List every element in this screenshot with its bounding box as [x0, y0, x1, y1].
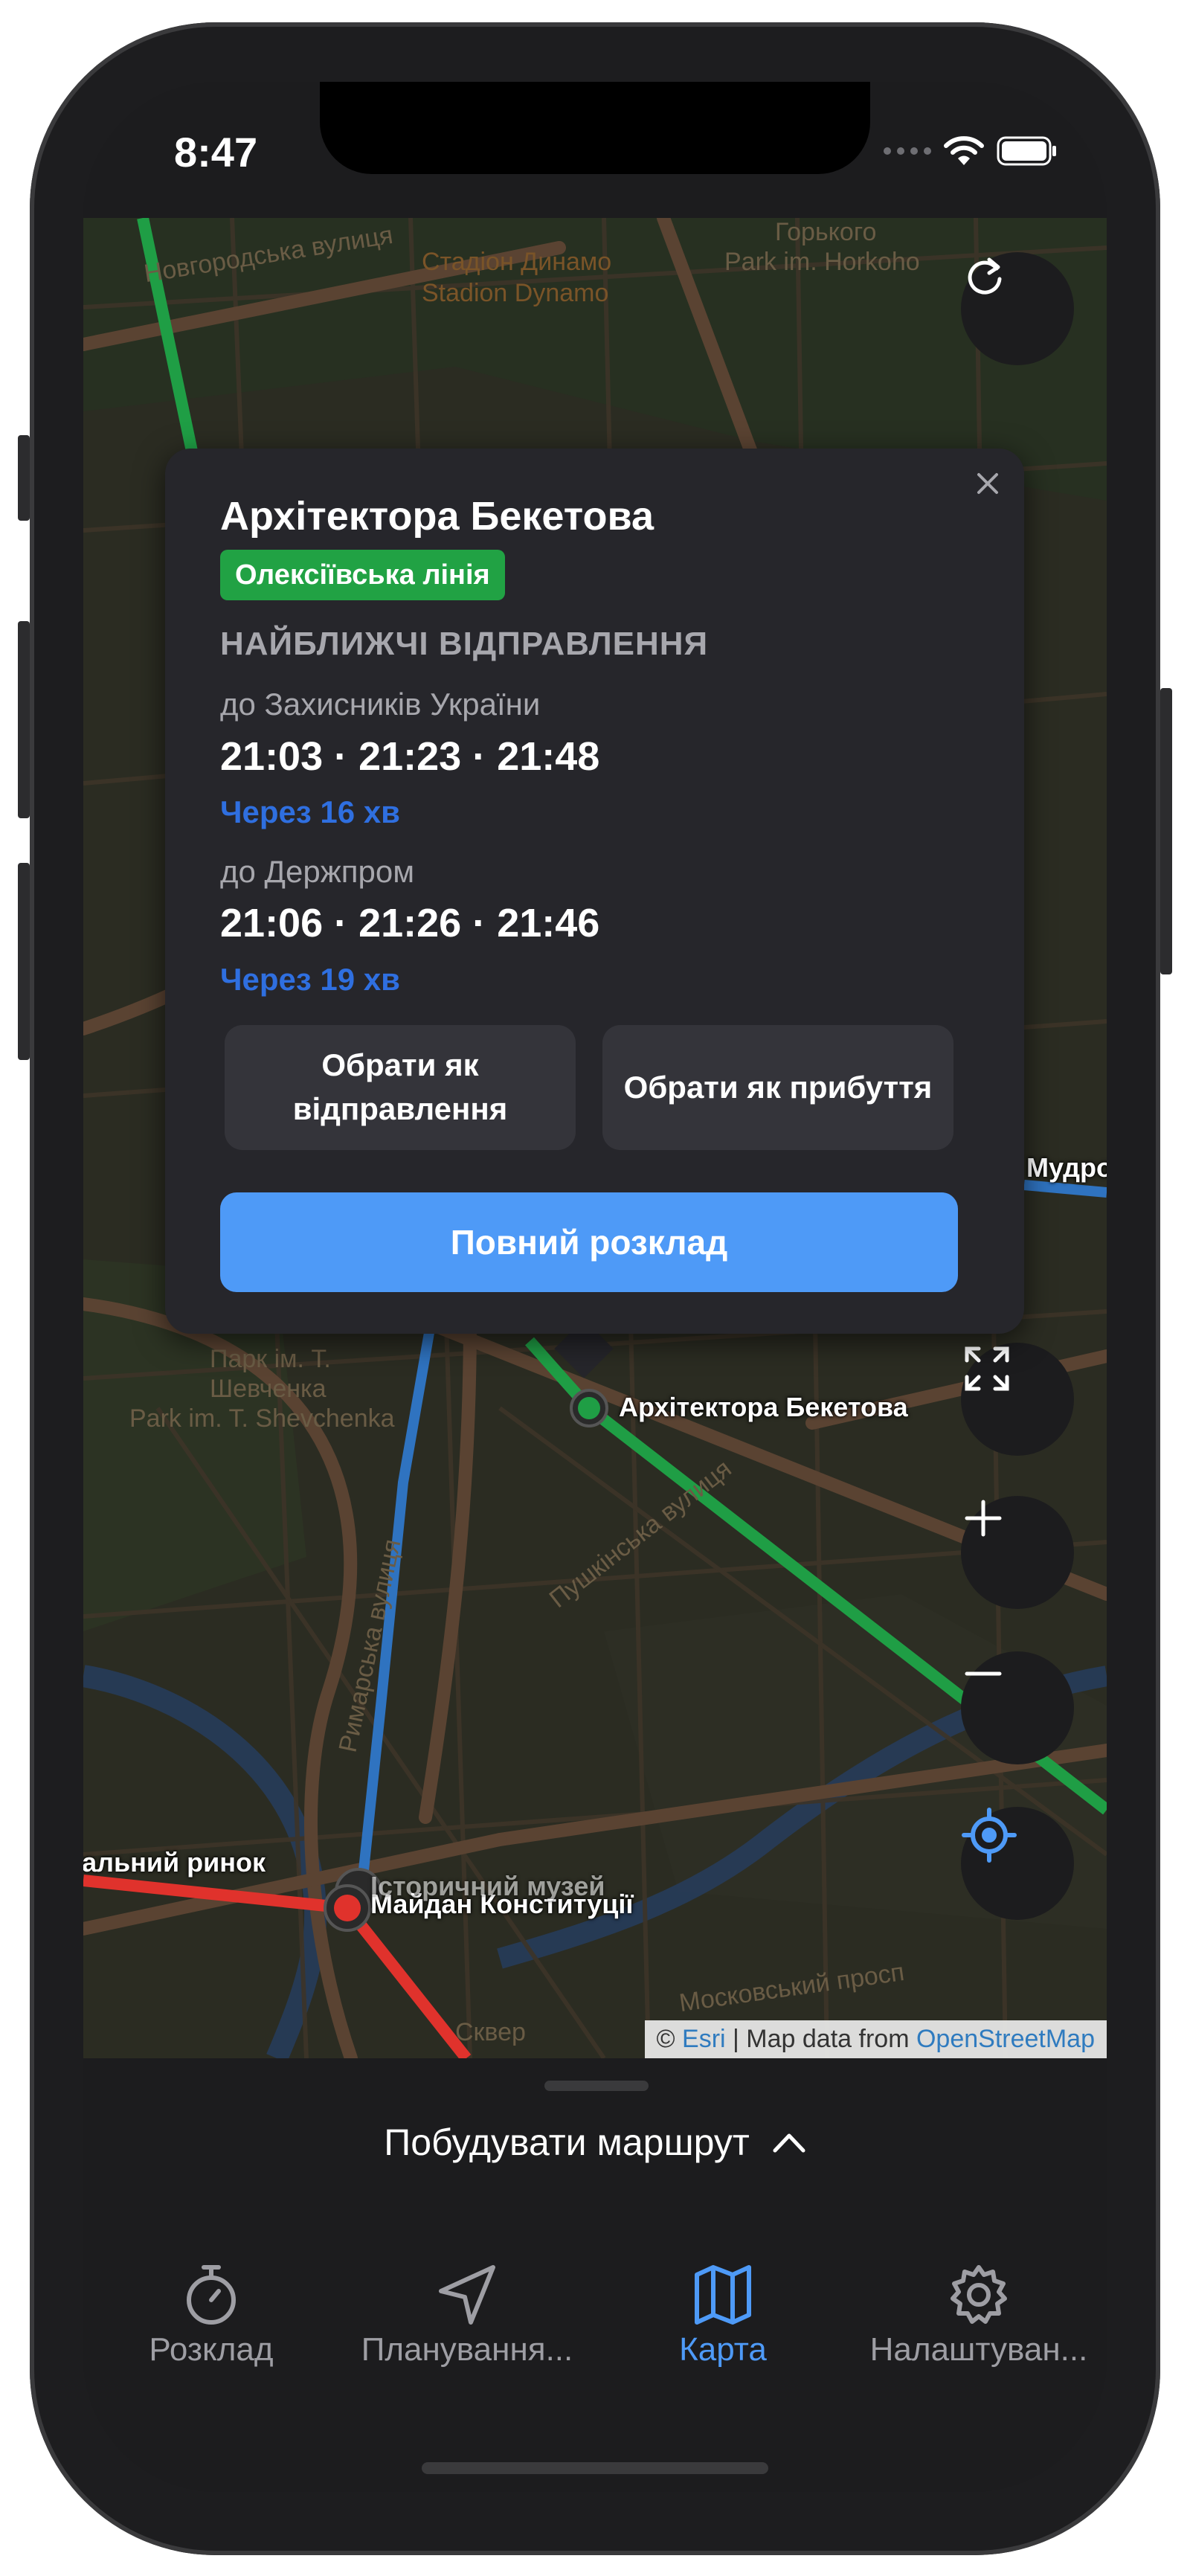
locate-me-button[interactable]: [961, 1807, 1074, 1920]
departure-times: 21:06 · 21:26 · 21:46: [220, 901, 600, 945]
station-popup: Архітектора Бекетова Олексіївська лінія …: [165, 449, 1024, 1334]
attribution-text: | Map data from: [725, 2025, 916, 2053]
esri-link[interactable]: Esri: [682, 2025, 726, 2053]
select-departure-button[interactable]: Обрати як відправлення: [225, 1025, 576, 1150]
minus-icon: [965, 1671, 1002, 1676]
select-departure-label: Обрати як відправлення: [292, 1047, 508, 1126]
zoom-in-button[interactable]: [961, 1496, 1074, 1609]
stadium-label: Стадіон Динамо: [422, 248, 612, 276]
close-icon: [977, 473, 998, 494]
park-label: Сквер: [455, 2018, 526, 2046]
wifi-icon: [944, 136, 984, 165]
build-route-toggle[interactable]: Побудувати маршрут: [83, 2105, 1107, 2180]
tab-planning[interactable]: Планування...: [339, 2261, 595, 2410]
tab-label: Карта: [679, 2331, 767, 2368]
park-label: Парк ім. Т.: [210, 1345, 331, 1373]
screen: Новгородська вулиця Стадіон Динамо Stadi…: [83, 82, 1107, 2492]
departure-times: 21:03 · 21:23 · 21:48: [220, 734, 600, 779]
departure-direction: до Захисників України: [220, 687, 541, 722]
tab-label: Розклад: [149, 2331, 274, 2368]
close-button[interactable]: [969, 465, 1006, 502]
volume-down-button: [18, 863, 30, 1060]
line-badge: Олексіївська лінія: [220, 550, 505, 600]
copyright-symbol: ©: [656, 2025, 675, 2053]
tab-label: Налаштуван...: [869, 2331, 1088, 2368]
select-arrival-label: Обрати як прибуття: [623, 1069, 933, 1105]
gear-icon: [951, 2265, 1007, 2324]
tab-settings[interactable]: Налаштуван...: [851, 2261, 1107, 2410]
select-arrival-button[interactable]: Обрати як прибуття: [602, 1025, 953, 1150]
status-time: 8:47: [174, 129, 258, 176]
park-label: Горького: [775, 218, 877, 246]
tab-schedule[interactable]: Розклад: [83, 2261, 339, 2410]
tab-bar: Розклад Планування... Карта Налаштуван..…: [83, 2261, 1107, 2410]
battery-icon: [997, 136, 1056, 166]
park-label-en: Park im. Horkoho: [724, 248, 920, 276]
stadium-label-en: Stadion Dynamo: [422, 279, 609, 307]
full-schedule-label: Повний розклад: [450, 1223, 728, 1262]
notch: [320, 82, 870, 174]
fit-bounds-button[interactable]: [961, 1343, 1074, 1456]
departure-eta: Через 16 хв: [220, 794, 400, 829]
stopwatch-icon: [187, 2265, 236, 2325]
station-label-beketova[interactable]: Архітектора Бекетова: [619, 1392, 908, 1423]
station-label-rynok[interactable]: Центральний ринок: [83, 1847, 266, 1878]
map-attribution: © Esri | Map data from OpenStreetMap: [644, 2020, 1107, 2058]
refresh-icon: [968, 257, 1002, 295]
departure-direction: до Держпром: [220, 854, 415, 889]
station-label-mudro[interactable]: Мудро: [1026, 1152, 1107, 1183]
park-label-en: Park im. T. Shevchenka: [129, 1404, 395, 1433]
cellular-signal-icon: [884, 147, 931, 155]
departures-heading: НАЙБЛИЖЧІ ВІДПРАВЛЕННЯ: [220, 626, 709, 662]
tab-map[interactable]: Карта: [595, 2261, 851, 2410]
navigation-arrow-icon: [439, 2265, 495, 2325]
location-target-icon: [962, 1808, 1017, 1863]
full-schedule-button[interactable]: Повний розклад: [220, 1192, 958, 1292]
departure-eta: Через 19 хв: [220, 962, 400, 997]
station-title: Архітектора Бекетова: [220, 494, 654, 539]
map-icon: [695, 2265, 751, 2325]
chevron-up-icon: [773, 2133, 805, 2153]
expand-icon: [965, 1346, 1009, 1391]
zoom-out-button[interactable]: [961, 1651, 1074, 1764]
status-indicators: [884, 135, 1058, 167]
osm-link[interactable]: OpenStreetMap: [916, 2025, 1095, 2053]
station-label-museum[interactable]: Історичний музей: [370, 1871, 605, 1902]
build-route-label: Побудувати маршрут: [384, 2121, 750, 2163]
silent-switch: [18, 435, 30, 521]
tab-label: Планування...: [361, 2331, 573, 2368]
sheet-grabber[interactable]: [544, 2081, 649, 2091]
home-indicator[interactable]: [422, 2462, 768, 2474]
refresh-button[interactable]: [961, 252, 1074, 365]
plus-icon: [965, 1500, 1002, 1537]
park-label: Шевченка: [210, 1375, 327, 1403]
power-button: [1160, 688, 1172, 974]
volume-up-button: [18, 621, 30, 818]
